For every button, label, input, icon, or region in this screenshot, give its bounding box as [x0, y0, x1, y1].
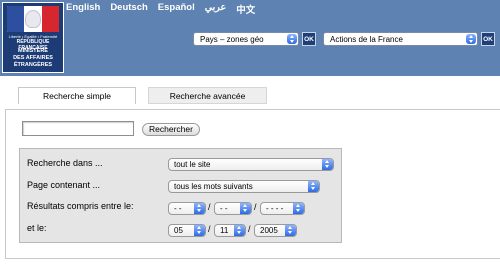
search-input[interactable] [22, 121, 134, 136]
page-contains-label: Page contenant ... [27, 180, 101, 190]
tab-simple-search[interactable]: Recherche simple [18, 87, 136, 104]
to-year-select[interactable]: 2005 [254, 224, 297, 237]
date-separator: / [254, 202, 257, 212]
search-in-label: Recherche dans ... [27, 158, 103, 168]
chevron-updown-icon [194, 203, 205, 214]
chevron-updown-icon [234, 225, 245, 236]
lang-link-english[interactable]: English [66, 2, 100, 14]
chevron-updown-icon [240, 203, 251, 214]
action-ok-button[interactable]: OK [481, 32, 495, 46]
tab-advanced-search[interactable]: Recherche avancée [148, 87, 267, 104]
chevron-updown-icon [308, 181, 319, 192]
page-contains-select[interactable]: tous les mots suivants [168, 180, 320, 193]
to-month-select[interactable]: 11 [214, 224, 246, 237]
search-in-select[interactable]: tout le site [168, 158, 334, 171]
lang-link-espanol[interactable]: Español [158, 2, 195, 14]
logo-ministry: MINISTÈRE DES AFFAIRES ÉTRANGÈRES [4, 48, 62, 69]
from-month-select[interactable]: - - [214, 202, 252, 215]
from-day-select[interactable]: - - [168, 202, 206, 215]
results-between-label: Résultats compris entre le: [27, 201, 134, 211]
logo-ministry-line3: ÉTRANGÈRES [13, 62, 53, 68]
and-label: et le: [27, 223, 47, 233]
zone-select[interactable]: Pays – zones géo [193, 32, 299, 46]
date-separator: / [208, 224, 211, 234]
chevron-updown-icon [287, 34, 297, 44]
lang-link-deutsch[interactable]: Deutsch [110, 2, 147, 14]
zone-select-value: Pays – zones géo [200, 35, 264, 44]
logo-ministry-line1: MINISTÈRE [18, 48, 48, 54]
action-select[interactable]: Actions de la France [323, 32, 478, 46]
date-separator: / [208, 202, 211, 212]
date-separator: / [248, 224, 251, 234]
from-year-select[interactable]: - - - - [260, 202, 305, 215]
chevron-updown-icon [285, 225, 296, 236]
search-button[interactable]: Rechercher [142, 123, 200, 136]
to-day-value: 05 [174, 226, 183, 235]
to-month-value: 11 [220, 226, 229, 235]
lang-link-arabic[interactable]: عربي [205, 2, 226, 14]
from-day-value: - - [174, 204, 182, 213]
search-in-value: tout le site [174, 160, 211, 169]
chevron-updown-icon [322, 159, 333, 170]
logo-ministry-line2: DES AFFAIRES [13, 55, 53, 61]
zone-ok-button[interactable]: OK [302, 32, 316, 46]
from-year-value: - - - - [266, 204, 284, 213]
language-bar: English Deutsch Español عربي 中文 [66, 2, 265, 16]
action-select-value: Actions de la France [330, 35, 403, 44]
page-contains-value: tous les mots suivants [174, 182, 253, 191]
marianne-flag-icon [7, 6, 59, 32]
site-header: Liberté • Égalité • Fraternité RÉPUBLIQU… [0, 0, 500, 76]
to-day-select[interactable]: 05 [168, 224, 206, 237]
chevron-updown-icon [466, 34, 476, 44]
from-month-value: - - [220, 204, 228, 213]
to-year-value: 2005 [260, 226, 278, 235]
chevron-updown-icon [194, 225, 205, 236]
ministry-logo[interactable]: Liberté • Égalité • Fraternité RÉPUBLIQU… [2, 2, 64, 73]
lang-link-chinese[interactable]: 中文 [236, 2, 255, 16]
chevron-updown-icon [293, 203, 304, 214]
